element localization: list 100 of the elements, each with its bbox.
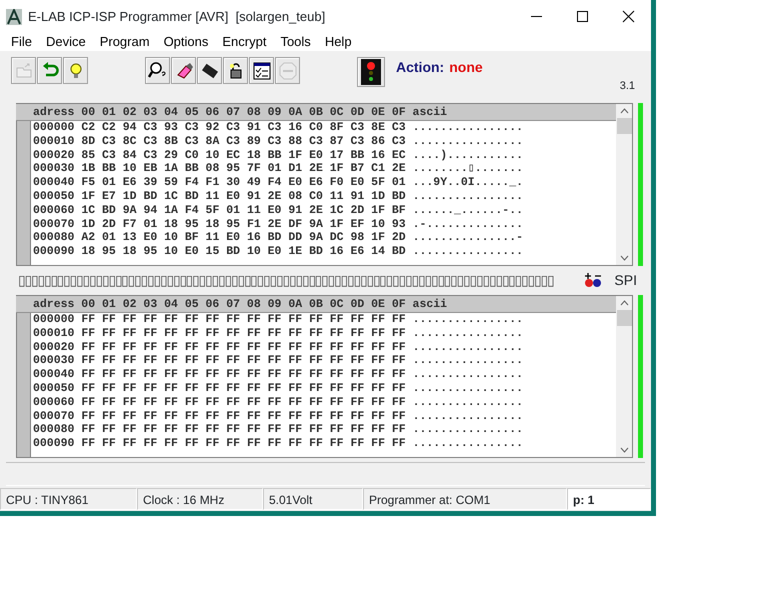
menu-item[interactable]: Program [92, 33, 157, 51]
hex-bytes: FF FF FF FF FF FF FF FF FF FF FF FF FF FF FF FF [81, 313, 406, 326]
ascii-text: ................ [412, 410, 524, 423]
hex-bytes: 1F E7 1D BD 1C BD 11 E0 91 2E 08 C0 11 91 1D BD [81, 190, 406, 203]
checklist-icon [252, 60, 272, 80]
scroll-down-icon [620, 255, 628, 261]
hex-bytes: 1C BD 9A 94 1A F4 5F 01 11 E0 91 2E 1C 2D 1F BF [81, 204, 406, 217]
status-field: 5.01Volt [263, 488, 363, 510]
toolbar-button[interactable] [223, 57, 248, 84]
placeholder-glyphs: ▯▯▯▯▯▯▯▯▯▯▯▯▯▯▯▯▯▯▯▯▯▯▯▯▯▯▯▯▯▯▯▯▯▯▯▯▯▯▯▯▯▯▯▯▯▯▯▯▯▯▯▯▯▯▯▯▯▯▯▯▯▯▯▯▯▯▯▯▯▯▯▯▯▯▯▯▯▯▯▯▯▯▯ [18, 271, 554, 290]
traffic-light-icon [361, 59, 381, 85]
interface-label: SPI [614, 271, 637, 290]
ascii-text: ................ [412, 134, 524, 148]
address-cell: 000030 [33, 354, 74, 368]
scrollbar[interactable] [616, 104, 632, 265]
toolbar-button[interactable] [171, 57, 196, 84]
scroll-up-icon [620, 300, 628, 306]
scrollbar[interactable] [616, 296, 632, 457]
ascii-text: ........▯....... [412, 162, 524, 176]
hex-bytes: FF FF FF FF FF FF FF FF FF FF FF FF FF FF FF FF [81, 354, 406, 368]
hex-bytes: A2 01 13 E0 10 BF 11 E0 16 BD DD 9A DC 98 1F 2D [81, 231, 406, 244]
ascii-text: ................ [412, 326, 524, 340]
address-cell: 000090 [33, 245, 74, 258]
address-cell: 000060 [33, 396, 74, 409]
hex-bytes: FF FF FF FF FF FF FF FF FF FF FF FF FF FF FF FF [81, 382, 406, 395]
hex-bytes: FF FF FF FF FF FF FF FF FF FF FF FF FF FF FF FF [81, 368, 406, 382]
menu-item[interactable]: File [4, 33, 39, 51]
ascii-text: ................ [412, 340, 524, 354]
maximize-icon [576, 10, 588, 23]
address-cell: 000060 [33, 204, 74, 217]
status-field: CPU : TINY861 [0, 488, 137, 510]
folder-icon [14, 60, 34, 80]
address-cell: 000090 [33, 437, 74, 450]
toolbar-button[interactable] [145, 57, 170, 84]
action-status: none [449, 58, 483, 77]
address-cell: 000020 [33, 340, 74, 354]
version-number: 3.1 [620, 79, 635, 94]
address-cell: 000000 [33, 121, 74, 134]
ascii-text: .-.............. [412, 218, 524, 231]
ascii-text: ................ [412, 354, 524, 368]
ascii-text: ................ [412, 190, 524, 203]
minimize-icon [530, 16, 542, 17]
ascii-text: ................ [412, 245, 524, 258]
app-logo-icon [6, 8, 22, 24]
address-cell: 000070 [33, 218, 74, 231]
status-field: p: 1 [567, 488, 651, 510]
hex-bytes: FF FF FF FF FF FF FF FF FF FF FF FF FF FF FF FF [81, 340, 406, 354]
address-cell: 000040 [33, 176, 74, 190]
ascii-text: ................ [412, 121, 524, 134]
ascii-text: ................ [412, 313, 524, 326]
menu-item[interactable]: Tools [273, 33, 318, 51]
address-cell: 000000 [33, 313, 74, 326]
toolbar-button[interactable] [357, 57, 385, 87]
menu-item[interactable]: Encrypt [215, 33, 274, 51]
hex-bytes: FF FF FF FF FF FF FF FF FF FF FF FF FF FF FF FF [81, 423, 406, 436]
ascii-text: ......_......-.. [412, 204, 524, 217]
window-title: E-LAB ICP-ISP Programmer [AVR] [solargen_teub] [28, 8, 326, 26]
ascii-text: ...............- [412, 231, 524, 244]
menu-item[interactable]: Help [318, 33, 359, 51]
scroll-thumb[interactable] [616, 310, 632, 326]
scroll-down-icon [620, 447, 628, 453]
menu-item[interactable]: Device [38, 33, 93, 51]
hex-bytes: 1D 2D F7 01 18 95 18 95 F1 2E DF 9A 1F EF 10 93 [81, 218, 406, 231]
scroll-thumb[interactable] [616, 118, 632, 134]
address-cell: 000020 [33, 148, 74, 162]
hex-bytes: FF FF FF FF FF FF FF FF FF FF FF FF FF FF FF FF [81, 410, 406, 423]
address-cell: 000080 [33, 423, 74, 436]
polarity-icon [584, 273, 602, 288]
hex-bytes: FF FF FF FF FF FF FF FF FF FF FF FF FF FF FF FF [81, 437, 406, 450]
hex-bytes: F5 01 E6 39 59 F4 F1 30 49 F4 E0 E6 F0 E0 5F 01 [81, 176, 406, 190]
ascii-text: ................ [412, 368, 524, 382]
status-field: Programmer at: COM1 [363, 488, 567, 510]
ascii-text: ................ [412, 423, 524, 436]
address-cell: 000010 [33, 326, 74, 340]
address-cell: 000010 [33, 134, 74, 148]
column-header: adress 00 01 02 03 04 05 06 07 08 09 0A 0B 0C 0D 0E 0F ascii [16, 296, 616, 313]
address-cell: 000030 [33, 162, 74, 176]
action-label: Action: [396, 58, 444, 77]
toolbar-button[interactable] [197, 57, 222, 84]
hex-bytes: C2 C2 94 C3 93 C3 92 C3 91 C3 16 C0 8F C3 8E C3 [81, 121, 406, 134]
hex-bytes: 18 95 18 95 10 E0 15 BD 10 E0 1E BD 16 E6 14 BD [81, 245, 406, 258]
toolbar-button[interactable] [249, 57, 274, 84]
hex-bytes: 1B BB 10 EB 1A BB 08 95 7F 01 D1 2E 1F B7 C1 2E [81, 162, 406, 176]
address-cell: 000070 [33, 410, 74, 423]
ascii-text: ................ [412, 437, 524, 450]
address-cell: 000050 [33, 190, 74, 203]
status-field: Clock : 16 MHz [137, 488, 263, 510]
address-cell: 000080 [33, 231, 74, 244]
hex-bytes: FF FF FF FF FF FF FF FF FF FF FF FF FF FF FF FF [81, 396, 406, 409]
stop-sign-icon [278, 60, 298, 80]
address-cell: 000050 [33, 382, 74, 395]
column-header: adress 00 01 02 03 04 05 06 07 08 09 0A 0B 0C 0D 0E 0F ascii [16, 104, 616, 121]
menu-item[interactable]: Options [156, 33, 216, 51]
ascii-text: ....)........... [412, 148, 524, 162]
hex-bytes: 85 C3 84 C3 29 C0 10 EC 18 BB 1F E0 17 BB 16 EC [81, 148, 406, 162]
ascii-text: ................ [412, 382, 524, 395]
hex-bytes: 8D C3 8C C3 8B C3 8A C3 89 C3 88 C3 87 C3 86 C3 [81, 134, 406, 148]
address-cell: 000040 [33, 368, 74, 382]
toolbar-button[interactable] [63, 57, 88, 84]
close-icon [622, 10, 634, 23]
